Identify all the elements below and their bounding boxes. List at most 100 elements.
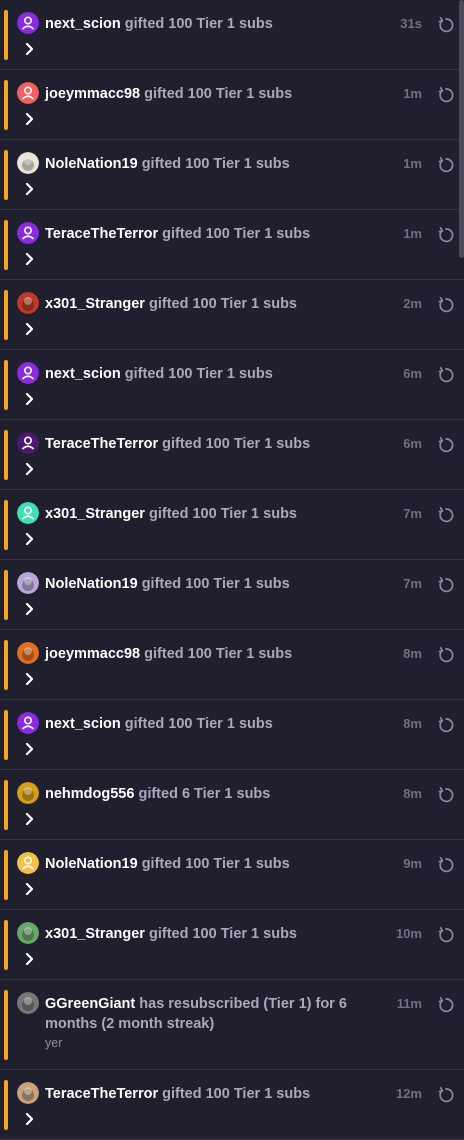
event-accent-bar	[4, 990, 8, 1060]
activity-item[interactable]: joeymmacc98 gifted 100 Tier 1 subs 1m	[0, 70, 464, 140]
activity-item[interactable]: NoleNation19 gifted 100 Tier 1 subs 9m	[0, 840, 464, 910]
replay-icon[interactable]	[437, 436, 455, 454]
event-timestamp: 8m	[403, 786, 422, 801]
activity-item[interactable]: NoleNation19 gifted 100 Tier 1 subs 1m	[0, 140, 464, 210]
event-timestamp: 1m	[403, 156, 422, 171]
event-timestamp: 1m	[403, 86, 422, 101]
event-action: gifted 100 Tier 1 subs	[158, 226, 311, 242]
activity-item[interactable]: next_scion gifted 100 Tier 1 subs 8m	[0, 700, 464, 770]
avatar[interactable]	[17, 292, 39, 314]
avatar[interactable]	[17, 152, 39, 174]
replay-icon[interactable]	[437, 366, 455, 384]
chevron-right-icon[interactable]	[24, 952, 36, 966]
chevron-right-icon[interactable]	[24, 532, 36, 546]
avatar[interactable]	[17, 1082, 39, 1104]
avatar[interactable]	[17, 432, 39, 454]
event-text: joeymmacc98 gifted 100 Tier 1 subs	[45, 84, 380, 104]
activity-item[interactable]: GGreenGiant has resubscribed (Tier 1) fo…	[0, 980, 464, 1070]
avatar[interactable]	[17, 502, 39, 524]
event-timestamp: 8m	[403, 646, 422, 661]
chevron-right-icon[interactable]	[24, 742, 36, 756]
username-link[interactable]: NoleNation19	[45, 156, 138, 172]
chevron-right-icon[interactable]	[24, 112, 36, 126]
chevron-right-icon[interactable]	[24, 252, 36, 266]
event-action: gifted 100 Tier 1 subs	[120, 716, 273, 732]
avatar[interactable]	[17, 992, 39, 1014]
activity-item[interactable]: TeraceTheTerror gifted 100 Tier 1 subs 6m	[0, 420, 464, 490]
chevron-right-icon[interactable]	[24, 812, 36, 826]
event-accent-bar	[4, 710, 8, 760]
avatar[interactable]	[17, 222, 39, 244]
event-accent-bar	[4, 850, 8, 900]
event-accent-bar	[4, 640, 8, 690]
activity-item[interactable]: x301_Stranger gifted 100 Tier 1 subs 10m	[0, 910, 464, 980]
username-link[interactable]: next_scion	[45, 366, 121, 382]
event-text: NoleNation19 gifted 100 Tier 1 subs	[45, 854, 380, 874]
event-action: gifted 100 Tier 1 subs	[144, 506, 297, 522]
activity-item[interactable]: TeraceTheTerror gifted 100 Tier 1 subs 1m	[0, 210, 464, 280]
chevron-right-icon[interactable]	[24, 182, 36, 196]
avatar[interactable]	[17, 642, 39, 664]
username-link[interactable]: x301_Stranger	[45, 506, 145, 522]
username-link[interactable]: nehmdog556	[45, 786, 134, 802]
event-text: x301_Stranger gifted 100 Tier 1 subs	[45, 294, 380, 314]
replay-icon[interactable]	[437, 16, 455, 34]
avatar[interactable]	[17, 782, 39, 804]
event-timestamp: 9m	[403, 856, 422, 871]
replay-icon[interactable]	[437, 786, 455, 804]
replay-icon[interactable]	[437, 576, 455, 594]
avatar[interactable]	[17, 922, 39, 944]
avatar[interactable]	[17, 572, 39, 594]
replay-icon[interactable]	[437, 156, 455, 174]
event-text: next_scion gifted 100 Tier 1 subs	[45, 364, 380, 384]
chevron-right-icon[interactable]	[24, 462, 36, 476]
replay-icon[interactable]	[437, 86, 455, 104]
avatar[interactable]	[17, 852, 39, 874]
username-link[interactable]: NoleNation19	[45, 856, 138, 872]
chevron-right-icon[interactable]	[24, 882, 36, 896]
username-link[interactable]: TeraceTheTerror	[45, 226, 158, 242]
replay-icon[interactable]	[437, 996, 455, 1014]
activity-item[interactable]: next_scion gifted 100 Tier 1 subs 6m	[0, 350, 464, 420]
activity-item[interactable]: nehmdog556 gifted 6 Tier 1 subs 8m	[0, 770, 464, 840]
username-link[interactable]: x301_Stranger	[45, 926, 145, 942]
activity-item[interactable]: NoleNation19 gifted 100 Tier 1 subs 7m	[0, 560, 464, 630]
username-link[interactable]: joeymmacc98	[45, 86, 140, 102]
username-link[interactable]: x301_Stranger	[45, 296, 145, 312]
username-link[interactable]: next_scion	[45, 16, 121, 32]
username-link[interactable]: NoleNation19	[45, 576, 138, 592]
username-link[interactable]: GGreenGiant	[45, 996, 135, 1012]
chevron-right-icon[interactable]	[24, 672, 36, 686]
avatar[interactable]	[17, 12, 39, 34]
activity-item[interactable]: joeymmacc98 gifted 100 Tier 1 subs 8m	[0, 630, 464, 700]
username-link[interactable]: TeraceTheTerror	[45, 436, 158, 452]
username-link[interactable]: joeymmacc98	[45, 646, 140, 662]
chevron-right-icon[interactable]	[24, 322, 36, 336]
avatar[interactable]	[17, 712, 39, 734]
activity-item[interactable]: x301_Stranger gifted 100 Tier 1 subs 7m	[0, 490, 464, 560]
replay-icon[interactable]	[437, 1086, 455, 1104]
event-timestamp: 8m	[403, 716, 422, 731]
chevron-right-icon[interactable]	[24, 392, 36, 406]
chevron-right-icon[interactable]	[24, 602, 36, 616]
replay-icon[interactable]	[437, 646, 455, 664]
username-link[interactable]: TeraceTheTerror	[45, 1086, 158, 1102]
event-text: joeymmacc98 gifted 100 Tier 1 subs	[45, 644, 380, 664]
activity-item[interactable]: TeraceTheTerror gifted 100 Tier 1 subs 12…	[0, 1070, 464, 1140]
replay-icon[interactable]	[437, 226, 455, 244]
event-action: gifted 100 Tier 1 subs	[120, 16, 273, 32]
replay-icon[interactable]	[437, 506, 455, 524]
activity-item[interactable]: x301_Stranger gifted 100 Tier 1 subs 2m	[0, 280, 464, 350]
replay-icon[interactable]	[437, 716, 455, 734]
chevron-right-icon[interactable]	[24, 42, 36, 56]
replay-icon[interactable]	[437, 856, 455, 874]
replay-icon[interactable]	[437, 296, 455, 314]
replay-icon[interactable]	[437, 926, 455, 944]
chevron-right-icon[interactable]	[24, 1112, 36, 1126]
activity-item[interactable]: next_scion gifted 100 Tier 1 subs 31s	[0, 0, 464, 70]
avatar[interactable]	[17, 362, 39, 384]
username-link[interactable]: next_scion	[45, 716, 121, 732]
event-timestamp: 12m	[395, 1086, 422, 1101]
avatar[interactable]	[17, 82, 39, 104]
scrollbar[interactable]	[459, 0, 464, 258]
